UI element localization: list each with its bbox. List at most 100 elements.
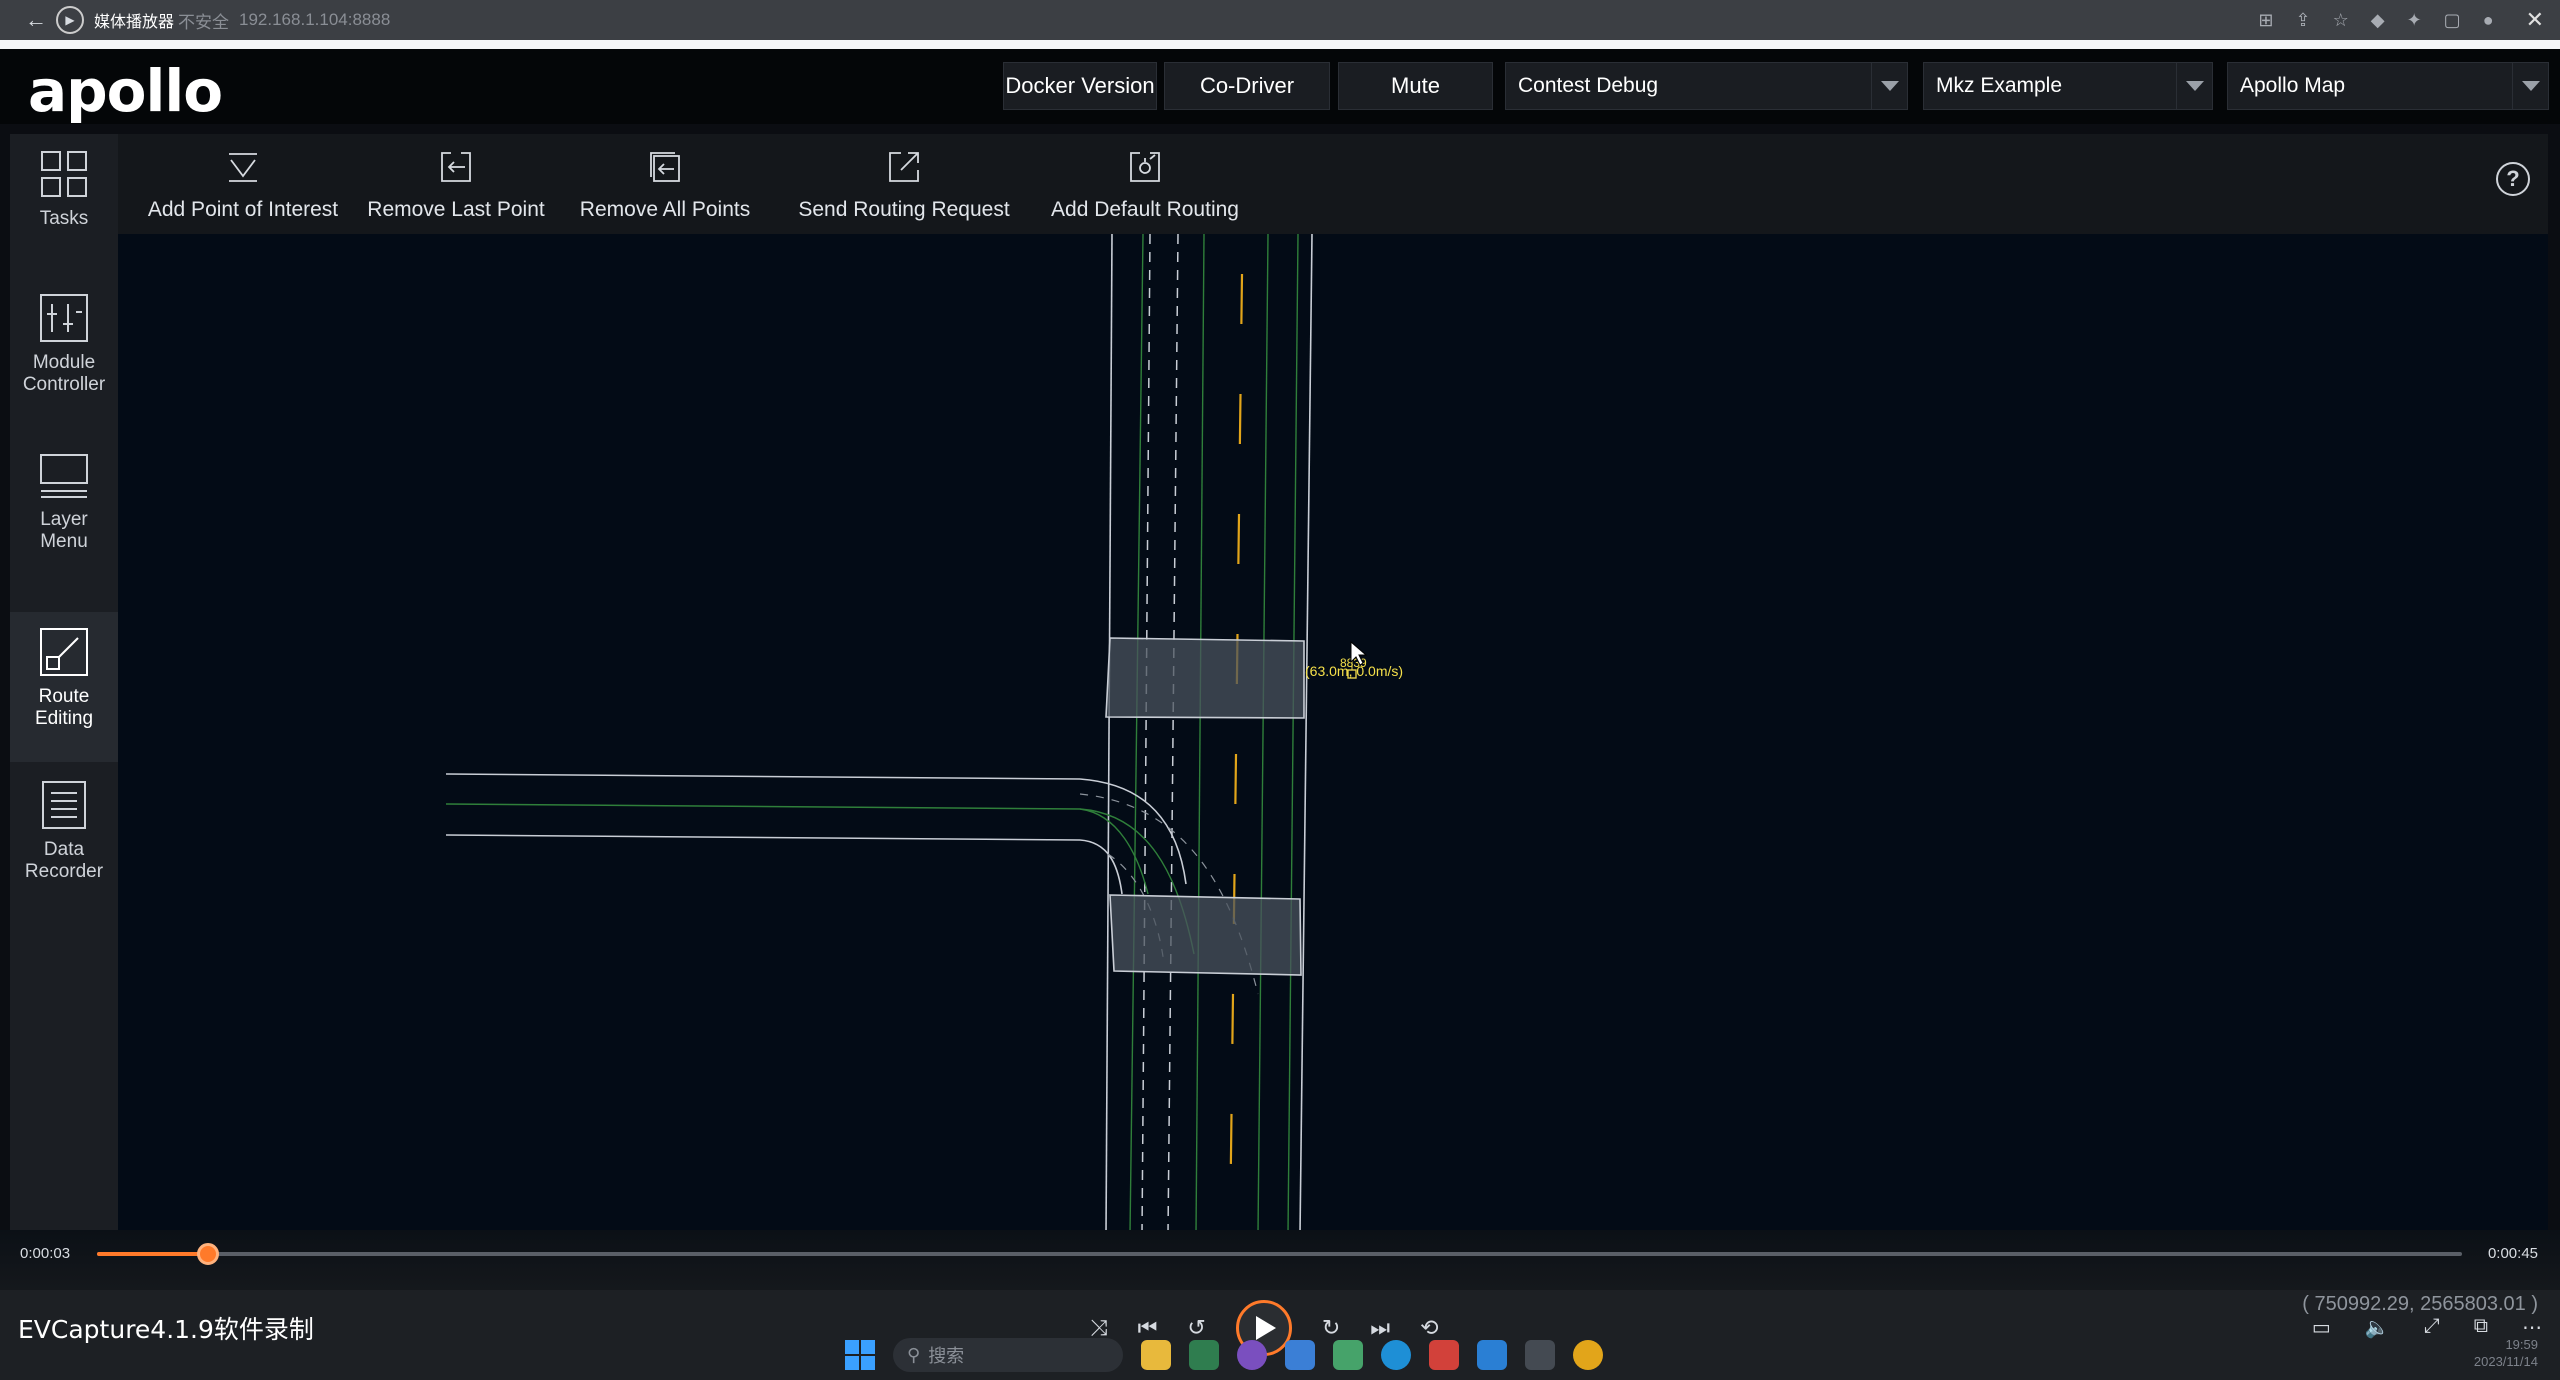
- windows-start-icon[interactable]: [845, 1340, 875, 1370]
- grid-icon: [41, 151, 87, 197]
- sidebar-item-data-recorder[interactable]: Data Recorder: [10, 779, 118, 919]
- send-icon: [889, 152, 919, 182]
- extension-icon[interactable]: ◆: [2371, 10, 2385, 31]
- tool-label: Remove All Points: [579, 198, 751, 221]
- search-placeholder: 搜索: [928, 1346, 965, 1366]
- side-road-lanes: [445, 803, 1195, 955]
- recorder-watermark: EVCapture4.1.9软件录制: [18, 1315, 314, 1344]
- apollo-logo: apollo: [28, 57, 223, 125]
- app-purple-icon[interactable]: [1237, 1340, 1267, 1370]
- total-time: 0:00:45: [2487, 1245, 2538, 1262]
- add-point-of-interest-button[interactable]: Add Point of Interest: [148, 134, 338, 234]
- clock-time: 19:59: [2505, 1337, 2538, 1352]
- vscode-icon[interactable]: [1477, 1340, 1507, 1370]
- sidebar-item-route-editing[interactable]: Route Editing: [10, 612, 118, 762]
- file-explorer-icon[interactable]: [1141, 1340, 1171, 1370]
- back-arrow-icon[interactable]: ←: [16, 7, 56, 33]
- remove-all-points-button[interactable]: Remove All Points: [580, 134, 750, 234]
- profile-icon[interactable]: ●: [2483, 10, 2494, 31]
- app-green-icon[interactable]: [1189, 1340, 1219, 1370]
- player-logo-icon: ▶: [56, 6, 84, 34]
- tool-label: Add Point of Interest: [147, 198, 339, 221]
- lane-centerlines: [1129, 234, 1299, 1234]
- send-routing-request-button[interactable]: Send Routing Request: [798, 134, 1010, 234]
- side-road: [445, 773, 1187, 895]
- restore-icon[interactable]: ▢: [2444, 10, 2461, 31]
- clock-date: 2023/11/14: [2473, 1354, 2538, 1369]
- search-icon: ⚲: [907, 1344, 921, 1365]
- help-icon[interactable]: ?: [2496, 162, 2530, 196]
- sidebar-item-label: Layer Menu: [40, 509, 88, 552]
- seek-track[interactable]: [97, 1252, 2462, 1256]
- chevron-down-icon[interactable]: [1871, 63, 1907, 109]
- funnel-icon: [229, 153, 257, 182]
- sidebar-item-label: Data Recorder: [24, 839, 104, 882]
- terminal-icon[interactable]: [1525, 1340, 1555, 1370]
- tool-label: Send Routing Request: [798, 198, 1010, 221]
- taskbar: ⚲ 搜索: [845, 1335, 1603, 1375]
- route-editing-icon: [40, 628, 88, 676]
- app-map-icon[interactable]: [1333, 1340, 1363, 1370]
- seek-handle[interactable]: [197, 1243, 220, 1265]
- data-recorder-icon: [42, 781, 86, 829]
- vehicle-status-label: (63.0m, 0.0m/s): [1305, 663, 1403, 679]
- player-title: 媒体播放器: [94, 14, 175, 31]
- vehicle-select[interactable]: Mkz Example: [1923, 62, 2213, 110]
- fullscreen-icon[interactable]: ⤢: [2424, 1315, 2440, 1340]
- lane-divider-dashed: [1141, 234, 1179, 1234]
- add-default-routing-button[interactable]: Add Default Routing: [1050, 134, 1240, 234]
- player-window-controls: ⊞ ⇪ ☆ ◆ ✦ ▢ ● ✕: [2258, 7, 2544, 33]
- map-coordinates: ( 750992.29, 2565803.01 ): [2302, 1293, 2538, 1315]
- road-map[interactable]: 8839 (63.0m, 0.0m/s): [118, 234, 2548, 1234]
- wps-icon[interactable]: [1429, 1340, 1459, 1370]
- seek-progress: [97, 1252, 209, 1256]
- co-driver-button[interactable]: Co-Driver: [1164, 62, 1330, 110]
- star-icon[interactable]: ☆: [2333, 10, 2349, 31]
- remove-last-point-button[interactable]: Remove Last Point: [367, 134, 545, 234]
- volume-icon[interactable]: 🔈: [2365, 1315, 2390, 1340]
- url-text: 192.168.1.104:8888: [239, 10, 391, 29]
- chrome-icon[interactable]: [1573, 1340, 1603, 1370]
- map-canvas[interactable]: 8839 (63.0m, 0.0m/s): [118, 234, 2548, 1234]
- remove-last-icon: [441, 152, 471, 182]
- yellow-center-line: [1228, 273, 1244, 1234]
- pin-icon[interactable]: ✦: [2407, 10, 2422, 31]
- system-clock: 19:59 2023/11/14: [2474, 1336, 2538, 1370]
- route-toolbar: Add Point of Interest Remove Last Point …: [118, 134, 2548, 234]
- sidebar-item-label: Route Editing: [34, 686, 94, 729]
- default-routing-icon: [1130, 152, 1160, 182]
- current-time: 0:00:03: [20, 1245, 71, 1262]
- docker-version-button[interactable]: Docker Version: [1003, 62, 1157, 110]
- player-title-bar: ← ▶ 媒体播放器 不安全 192.168.1.104:8888 ⊞ ⇪ ☆ ◆…: [0, 0, 2560, 40]
- sidebar-item-tasks[interactable]: Tasks: [10, 148, 118, 278]
- mute-button[interactable]: Mute: [1338, 62, 1493, 110]
- mode-select[interactable]: Contest Debug: [1505, 62, 1908, 110]
- taskbar-search[interactable]: ⚲ 搜索: [893, 1338, 1123, 1372]
- close-icon[interactable]: ✕: [2526, 7, 2544, 33]
- remove-all-icon: [650, 152, 680, 182]
- tool-label: Remove Last Point: [367, 198, 545, 221]
- map-select-value: Apollo Map: [2240, 74, 2346, 97]
- layer-menu-icon: [40, 454, 88, 498]
- mode-select-value: Contest Debug: [1518, 74, 1659, 97]
- map-select[interactable]: Apollo Map: [2227, 62, 2549, 110]
- share-icon[interactable]: ⇪: [2296, 10, 2311, 31]
- sidebar-item-module-controller[interactable]: Module Controller: [10, 292, 118, 437]
- sidebar-item-label: Tasks: [39, 208, 89, 229]
- sidebar-item-layer-menu[interactable]: Layer Menu: [10, 449, 118, 589]
- window-divider: [0, 40, 2560, 49]
- playback-bar: [0, 1230, 2560, 1290]
- insecure-label: 不安全: [178, 12, 230, 32]
- subtitle-icon[interactable]: ▭: [2312, 1315, 2331, 1340]
- chevron-down-icon[interactable]: [2512, 63, 2548, 109]
- notepad-icon[interactable]: [1285, 1340, 1315, 1370]
- vehicle-select-value: Mkz Example: [1936, 74, 2063, 97]
- edge-icon[interactable]: [1381, 1340, 1411, 1370]
- sidebar-item-label: Module Controller: [22, 352, 106, 395]
- tool-label: Add Default Routing: [1051, 198, 1239, 221]
- translate-icon[interactable]: ⊞: [2258, 10, 2273, 31]
- sidebar: Tasks Module Controller Layer Menu Route…: [10, 134, 118, 1234]
- module-controller-icon: [40, 294, 88, 342]
- app-header: apollo Docker Version Co-Driver Mute Con…: [0, 49, 2560, 124]
- chevron-down-icon[interactable]: [2176, 63, 2212, 109]
